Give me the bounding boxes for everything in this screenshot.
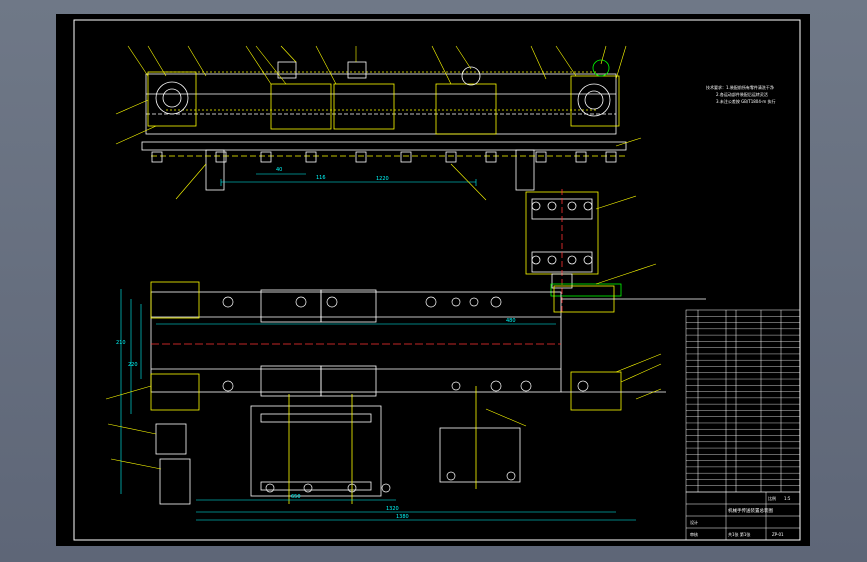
title-block-title: 机械手传送装置总装图: [728, 507, 773, 514]
cad-viewport[interactable]: 40 116 1220 技术要求：1.装配前所有零件清洗干净 2.各运动部件装配…: [0, 0, 867, 562]
title-block-scale: 1:5: [784, 496, 791, 501]
dim-bottom-3: 650: [291, 494, 301, 500]
plan-view-holes: [222, 296, 589, 493]
bottom-leaders: [105, 195, 662, 470]
dim-bottom-2: 220: [128, 362, 138, 368]
note-line-3: 3.未注公差按 GB/T1804-m 执行: [716, 98, 776, 104]
bom-table: [685, 309, 801, 493]
dim-top-2: 116: [316, 175, 326, 181]
side-view: [525, 189, 622, 314]
dim-top-3: 1220: [376, 176, 389, 182]
title-block-scale-label: 比例: [768, 495, 776, 501]
top-view: [141, 59, 627, 191]
dim-bottom-4: 1320: [386, 506, 399, 512]
plan-view: [150, 281, 706, 411]
title-block-checker: 审核: [690, 531, 698, 537]
top-view-bolts: [151, 151, 617, 163]
dim-bottom-1: 210: [116, 340, 126, 346]
assembly-drawing: 40 116 1220 技术要求：1.装配前所有零件清洗干净 2.各运动部件装配…: [73, 19, 801, 541]
dim-bottom-6: 480: [506, 318, 516, 324]
dim-top-1: 40: [276, 167, 282, 173]
title-block-drawing-no: ZP-01: [772, 532, 784, 537]
dim-bottom-5: 1380: [396, 514, 409, 520]
top-dimensions: [220, 173, 477, 186]
bottom-dimensions: [120, 289, 636, 521]
note-line-2: 2.各运动部件装配后运转灵活: [716, 91, 768, 97]
sheet-border: [73, 19, 801, 541]
lower-stations: [155, 386, 521, 505]
drawing-sheet: 40 116 1220 技术要求：1.装配前所有零件清洗干净 2.各运动部件装配…: [56, 14, 810, 546]
title-block-designer: 设计: [690, 519, 698, 525]
title-block-sheet: 共1张 第1张: [728, 531, 750, 537]
bom-rows: [686, 316, 800, 486]
note-line-1: 技术要求：1.装配前所有零件清洗干净: [706, 84, 774, 90]
